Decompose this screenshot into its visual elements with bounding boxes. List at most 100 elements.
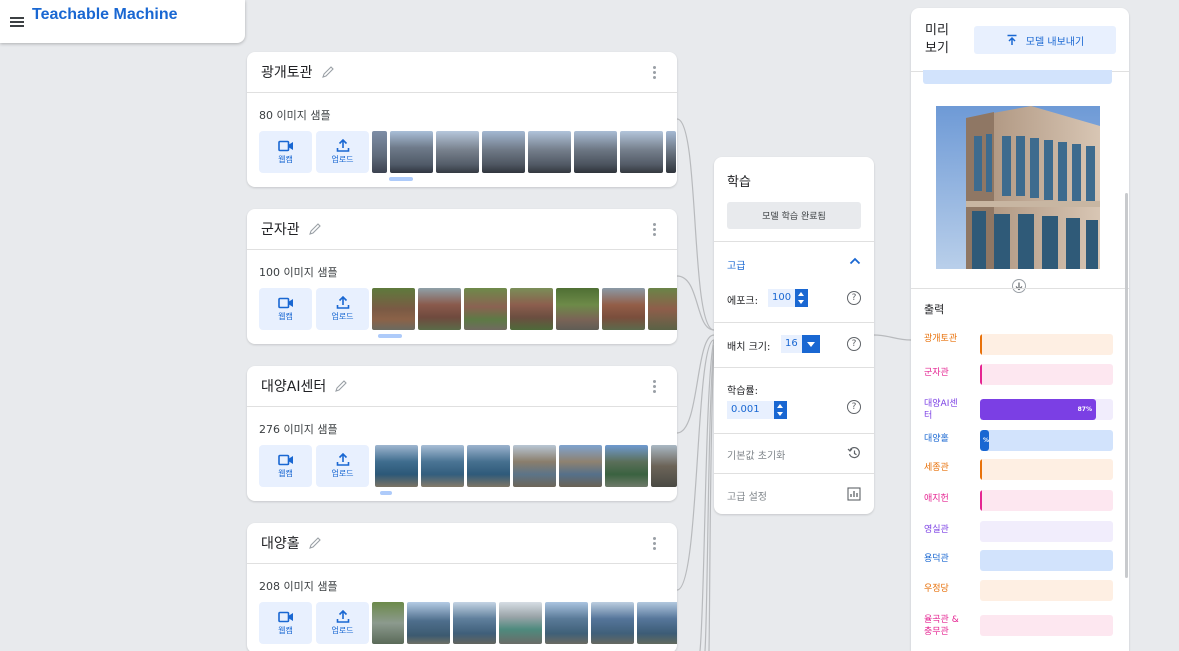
sample-thumbnail xyxy=(620,131,663,173)
help-icon[interactable]: ? xyxy=(847,400,861,414)
webcam-icon xyxy=(277,611,293,622)
thumbnail-scrollbar[interactable] xyxy=(380,491,392,495)
more-options-icon[interactable] xyxy=(653,380,657,394)
edit-pencil-icon[interactable] xyxy=(308,222,322,236)
thumbnail-scrollbar[interactable] xyxy=(378,334,402,338)
confidence-bar-fill: % xyxy=(980,430,989,451)
class-name[interactable]: 대양AI센터 xyxy=(261,376,326,396)
sample-thumbnail xyxy=(528,131,571,173)
sample-thumbnail xyxy=(482,131,525,173)
learning-rate-value[interactable]: 0.001 xyxy=(727,401,774,419)
advanced-toggle-label[interactable]: 고급 xyxy=(727,257,745,272)
chevron-up-icon[interactable] xyxy=(849,256,861,266)
confidence-bar xyxy=(980,459,1113,480)
output-class-name: 대양AI센터 xyxy=(924,399,958,421)
learning-rate-label: 학습률: xyxy=(727,386,758,397)
chevron-down-icon[interactable] xyxy=(801,335,820,353)
bar-chart-icon[interactable] xyxy=(847,487,861,501)
sample-thumbnail xyxy=(436,131,479,173)
confidence-bar: % xyxy=(980,430,1113,451)
upload-button[interactable]: 업로드 xyxy=(316,602,369,644)
confidence-bar xyxy=(980,521,1113,542)
epochs-label: 에포크: xyxy=(727,296,758,307)
sample-thumbnail xyxy=(605,445,648,487)
confidence-bar xyxy=(980,334,1113,355)
stepper-arrows-icon[interactable] xyxy=(773,401,787,419)
edit-pencil-icon[interactable] xyxy=(334,379,348,393)
class-name[interactable]: 광개토관 xyxy=(261,62,313,82)
advanced-settings-label[interactable]: 고급 설정 xyxy=(727,488,767,503)
sample-thumbnail xyxy=(467,445,510,487)
preview-title: 미리 보기 xyxy=(925,23,949,56)
batch-size-dropdown[interactable]: 16 xyxy=(781,335,820,353)
confidence-bar: 87% xyxy=(980,399,1113,420)
export-model-button[interactable]: 모델 내보내기 xyxy=(974,26,1116,54)
sample-thumbnail xyxy=(372,602,404,644)
more-options-icon[interactable] xyxy=(653,537,657,551)
upload-button[interactable]: 업로드 xyxy=(316,131,369,173)
sample-thumbnail xyxy=(651,445,677,487)
sample-thumbnail xyxy=(499,602,542,644)
more-options-icon[interactable] xyxy=(653,66,657,80)
confidence-bar-fill xyxy=(980,459,982,480)
upload-icon xyxy=(336,610,349,623)
stepper-arrows-icon[interactable] xyxy=(795,289,809,307)
class-card-3: 대양AI센터 276 이미지 샘플 웹캠 업로드 xyxy=(247,366,677,501)
output-class-name: 우정당 xyxy=(924,584,949,594)
sample-thumbnail xyxy=(372,131,387,173)
sample-thumbnail xyxy=(591,602,634,644)
sample-thumbnail xyxy=(453,602,496,644)
app-title[interactable]: Teachable Machine xyxy=(32,6,178,24)
sample-thumbnail xyxy=(666,131,676,173)
sample-thumbnail xyxy=(510,288,553,330)
class-card-2: 군자관 100 이미지 샘플 웹캠 업로드 xyxy=(247,209,677,344)
sample-thumbnail xyxy=(407,602,450,644)
help-icon[interactable]: ? xyxy=(847,291,861,305)
webcam-button[interactable]: 웹캠 xyxy=(259,131,312,173)
edit-pencil-icon[interactable] xyxy=(321,65,335,79)
confidence-bar-fill: 87% xyxy=(980,399,1096,420)
sample-thumbnails[interactable] xyxy=(372,288,677,330)
epochs-value[interactable]: 100 xyxy=(768,289,796,307)
menu-icon[interactable] xyxy=(10,16,24,27)
reset-defaults-label[interactable]: 기본값 초기화 xyxy=(727,447,785,462)
thumbnail-scrollbar[interactable] xyxy=(389,177,413,181)
webcam-button[interactable]: 웹캠 xyxy=(259,445,312,487)
arrow-down-icon xyxy=(1012,279,1026,293)
webcam-button[interactable]: 웹캠 xyxy=(259,602,312,644)
train-model-button[interactable]: 모델 학습 완료됨 xyxy=(727,202,861,229)
more-options-icon[interactable] xyxy=(653,223,657,237)
sample-thumbnail xyxy=(559,445,602,487)
output-class-name: 광개토관 xyxy=(924,334,958,344)
epochs-stepper[interactable]: 100 xyxy=(768,289,809,307)
edit-pencil-icon[interactable] xyxy=(308,536,322,550)
upload-icon xyxy=(336,139,349,152)
sample-thumbnails[interactable] xyxy=(372,602,677,644)
webcam-icon xyxy=(277,454,293,465)
training-panel: 학습 모델 학습 완료됨 고급 에포크: 100 ? 배치 크기: 16 ? 학… xyxy=(714,157,874,514)
webcam-icon xyxy=(277,297,293,308)
input-source-bar[interactable] xyxy=(923,70,1112,84)
help-icon[interactable]: ? xyxy=(847,337,861,351)
class-name[interactable]: 대양홀 xyxy=(261,533,300,553)
upload-button[interactable]: 업로드 xyxy=(316,445,369,487)
sample-thumbnail xyxy=(637,602,677,644)
output-class-name: 대양홀 xyxy=(924,434,949,444)
upload-button[interactable]: 업로드 xyxy=(316,288,369,330)
webcam-button[interactable]: 웹캠 xyxy=(259,288,312,330)
learning-rate-stepper[interactable]: 0.001 xyxy=(727,401,787,419)
history-icon[interactable] xyxy=(847,446,861,460)
batch-size-value[interactable]: 16 xyxy=(781,335,802,353)
sample-thumbnail xyxy=(421,445,464,487)
export-upload-icon xyxy=(1007,34,1017,45)
preview-scrollbar[interactable] xyxy=(1125,193,1128,578)
output-label: 출력 xyxy=(924,303,945,316)
confidence-bar xyxy=(980,364,1113,385)
class-card-1: 광개토관 80 이미지 샘플 웹캠 업로드 xyxy=(247,52,677,187)
sample-thumbnails[interactable] xyxy=(375,445,677,487)
sample-thumbnail xyxy=(513,445,556,487)
output-class-name: 율곡관 & 충무관 xyxy=(924,615,959,637)
sample-thumbnails[interactable] xyxy=(372,131,676,173)
class-name[interactable]: 군자관 xyxy=(261,219,300,239)
confidence-bar xyxy=(980,490,1113,511)
